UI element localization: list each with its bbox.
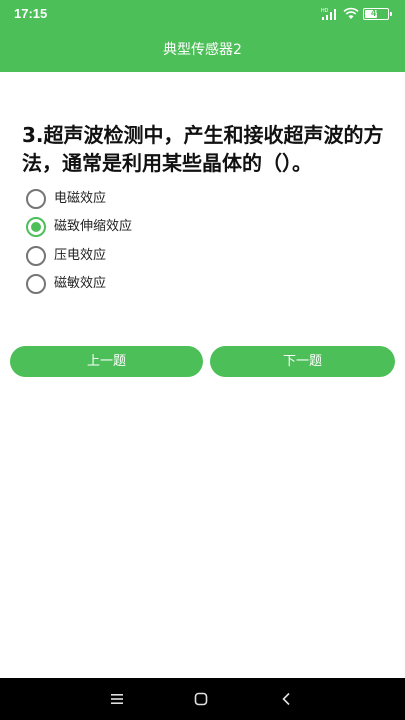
battery-percent: 49: [370, 8, 381, 18]
radio-button[interactable]: [26, 189, 46, 209]
cellular-signal-icon: HD: [321, 8, 336, 20]
back-icon[interactable]: [278, 690, 296, 708]
app-bar: 典型传感器2: [0, 28, 405, 72]
next-question-button[interactable]: 下一题: [210, 346, 395, 377]
option-label: 磁致伸缩效应: [54, 219, 133, 235]
question-text: 3.超声波检测中，产生和接收超声波的方法，通常是利用某些晶体的（）。: [22, 123, 384, 175]
menu-icon[interactable]: [108, 690, 126, 708]
previous-question-button[interactable]: 上一题: [10, 346, 203, 377]
radio-button[interactable]: [26, 245, 46, 266]
radio-button-selected[interactable]: [26, 217, 46, 238]
status-time: 17:15: [14, 6, 48, 21]
home-icon[interactable]: [192, 690, 210, 708]
radio-button[interactable]: [26, 273, 46, 294]
option-item[interactable]: 压电效应: [26, 241, 366, 269]
status-bar: 17:15 HD 49: [0, 0, 405, 28]
option-item[interactable]: 磁致伸缩效应: [26, 212, 366, 240]
options-group: 电磁效应 磁致伸缩效应 压电效应 磁敏效应: [26, 184, 366, 297]
option-label: 电磁效应: [54, 191, 107, 206]
battery-icon: 49: [363, 8, 392, 20]
option-label: 磁敏效应: [54, 275, 107, 291]
option-item[interactable]: 磁敏效应: [26, 269, 366, 297]
page-title: 典型传感器2: [163, 42, 242, 58]
svg-text:HD: HD: [321, 8, 329, 14]
status-icons: HD 49: [321, 7, 393, 21]
wifi-icon: [343, 7, 359, 19]
option-item[interactable]: 电磁效应: [26, 184, 366, 212]
system-navigation-bar: [0, 678, 405, 720]
option-label: 压电效应: [54, 247, 107, 263]
